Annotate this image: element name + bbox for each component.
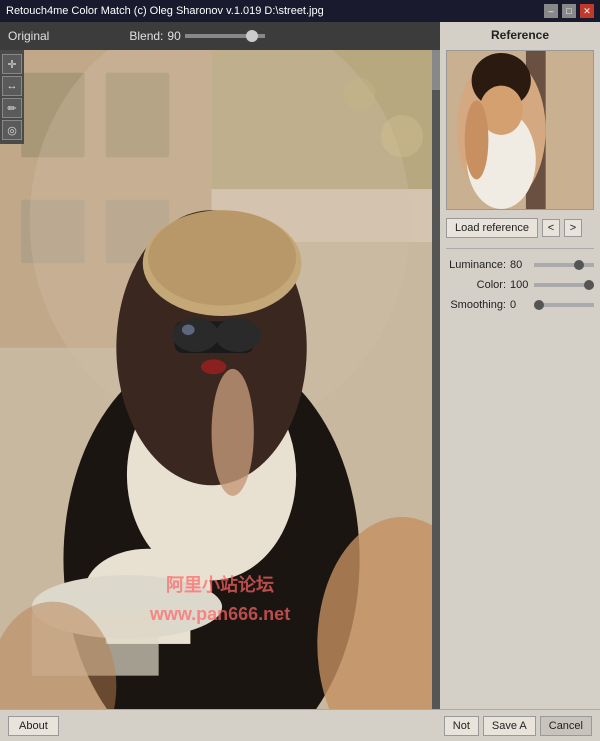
blend-value: 90 — [167, 29, 180, 43]
load-reference-row: Load reference < > — [446, 218, 594, 238]
left-toolbar: ✛ ↔ ✏ ◎ — [0, 50, 24, 144]
luminance-label: Luminance: — [446, 259, 506, 271]
reference-photo — [447, 51, 593, 209]
nav-next-button[interactable]: > — [564, 219, 582, 237]
bottom-toolbar: About Not Save A Cancel — [0, 709, 600, 741]
scroll-bar[interactable] — [432, 50, 440, 709]
bottom-right-buttons: Not Save A Cancel — [444, 716, 592, 736]
title-bar-controls: – □ ✕ — [544, 4, 594, 18]
color-label: Color: — [446, 279, 506, 291]
color-row: Color: 100 — [446, 279, 594, 291]
window-title: Retouch4me Color Match (c) Oleg Sharonov… — [6, 5, 324, 17]
ref-photo-svg — [447, 51, 593, 209]
luminance-row: Luminance: 80 — [446, 259, 594, 271]
luminance-value: 80 — [510, 259, 530, 271]
separator-1 — [446, 248, 594, 249]
photo-background — [0, 50, 440, 709]
nav-prev-button[interactable]: < — [542, 219, 560, 237]
maximize-button[interactable]: □ — [562, 4, 576, 18]
color-slider[interactable] — [534, 283, 594, 287]
main-container: Original Blend: 90 ✛ ↔ ✏ ◎ — [0, 22, 600, 741]
mask-tool-button[interactable]: ◎ — [2, 120, 22, 140]
minimize-button[interactable]: – — [544, 4, 558, 18]
smoothing-row: Smoothing: 0 — [446, 299, 594, 311]
about-button[interactable]: About — [8, 716, 59, 736]
cancel-button[interactable]: Cancel — [540, 716, 592, 736]
zoom-tool-button[interactable]: ↔ — [2, 76, 22, 96]
close-button[interactable]: ✕ — [580, 4, 594, 18]
scroll-thumb[interactable] — [432, 50, 440, 90]
image-header: Original Blend: 90 — [0, 22, 440, 50]
main-image-container: 阿里小站论坛 www.pan666.net — [0, 50, 440, 709]
blend-control: Blend: 90 — [129, 29, 264, 43]
not-button[interactable]: Not — [444, 716, 479, 736]
reference-section-label: Reference — [446, 28, 594, 42]
blend-slider[interactable] — [185, 34, 265, 38]
photo-svg — [0, 50, 440, 709]
blend-label: Blend: — [129, 29, 163, 43]
smoothing-value: 0 — [510, 299, 530, 311]
move-tool-button[interactable]: ✛ — [2, 54, 22, 74]
content-area: Original Blend: 90 ✛ ↔ ✏ ◎ — [0, 22, 600, 709]
save-button[interactable]: Save A — [483, 716, 536, 736]
right-sidebar: Reference — [440, 22, 600, 709]
original-label: Original — [8, 29, 49, 43]
brush-tool-button[interactable]: ✏ — [2, 98, 22, 118]
load-reference-button[interactable]: Load reference — [446, 218, 538, 238]
reference-image-container — [446, 50, 594, 210]
smoothing-label: Smoothing: — [446, 299, 506, 311]
left-panel: Original Blend: 90 ✛ ↔ ✏ ◎ — [0, 22, 440, 709]
luminance-slider[interactable] — [534, 263, 594, 267]
title-bar: Retouch4me Color Match (c) Oleg Sharonov… — [0, 0, 600, 22]
smoothing-slider[interactable] — [534, 303, 594, 307]
color-value: 100 — [510, 279, 530, 291]
